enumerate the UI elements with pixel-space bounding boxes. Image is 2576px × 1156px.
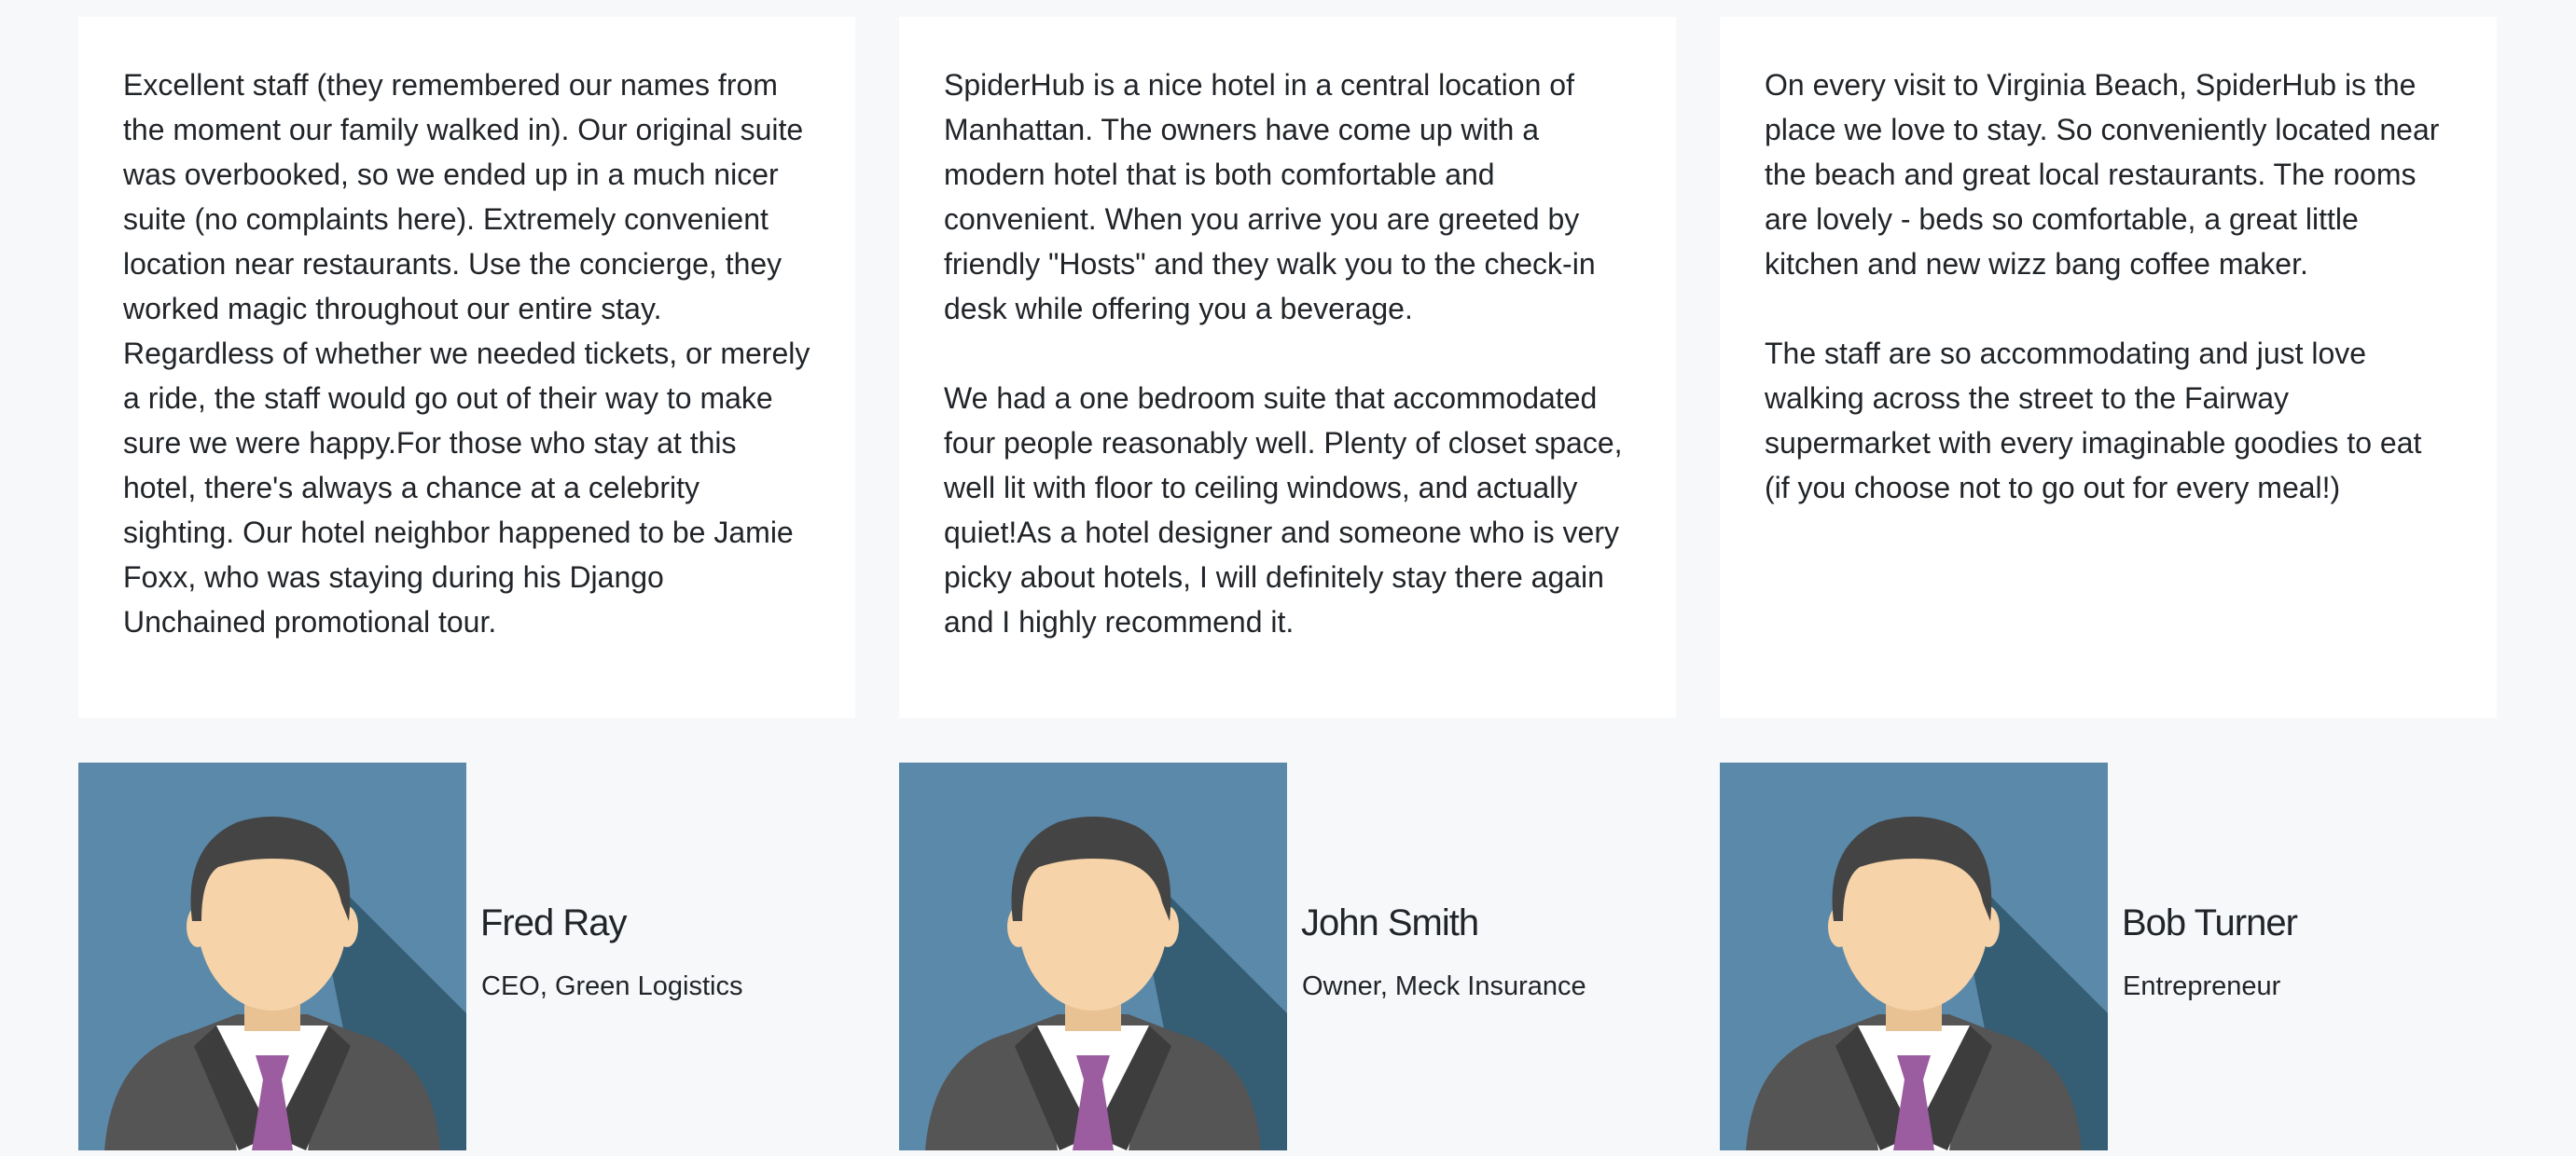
- author-role: Owner, Meck Insurance: [1302, 971, 1586, 1001]
- author-name: Fred Ray: [480, 902, 627, 943]
- businessman-avatar-icon: [1720, 763, 2108, 1150]
- testimonial-quote: Excellent staff (they remembered our nam…: [123, 68, 810, 639]
- testimonial-column: Excellent staff (they remembered our nam…: [78, 0, 855, 1150]
- testimonial-card: SpiderHub is a nice hotel in a central l…: [899, 17, 1676, 718]
- testimonial-author: John Smith Owner, Meck Insurance: [899, 763, 1676, 1156]
- testimonial-card: On every visit to Virginia Beach, Spider…: [1720, 17, 2497, 718]
- testimonial-column: On every visit to Virginia Beach, Spider…: [1720, 0, 2497, 1150]
- testimonial-author: Bob Turner Entrepreneur: [1720, 763, 2497, 1156]
- testimonial-quote: On every visit to Virginia Beach, Spider…: [1765, 68, 2440, 504]
- businessman-avatar-icon: [78, 763, 466, 1150]
- testimonial-card: Excellent staff (they remembered our nam…: [78, 17, 855, 718]
- author-role: CEO, Green Logistics: [481, 971, 743, 1001]
- testimonial-column: SpiderHub is a nice hotel in a central l…: [899, 0, 1676, 1150]
- author-name: Bob Turner: [2122, 902, 2298, 943]
- author-role: Entrepreneur: [2123, 971, 2281, 1001]
- testimonial-quote: SpiderHub is a nice hotel in a central l…: [944, 68, 1623, 639]
- testimonial-author: Fred Ray CEO, Green Logistics: [78, 763, 855, 1156]
- businessman-avatar-icon: [899, 763, 1287, 1150]
- author-name: John Smith: [1301, 902, 1479, 943]
